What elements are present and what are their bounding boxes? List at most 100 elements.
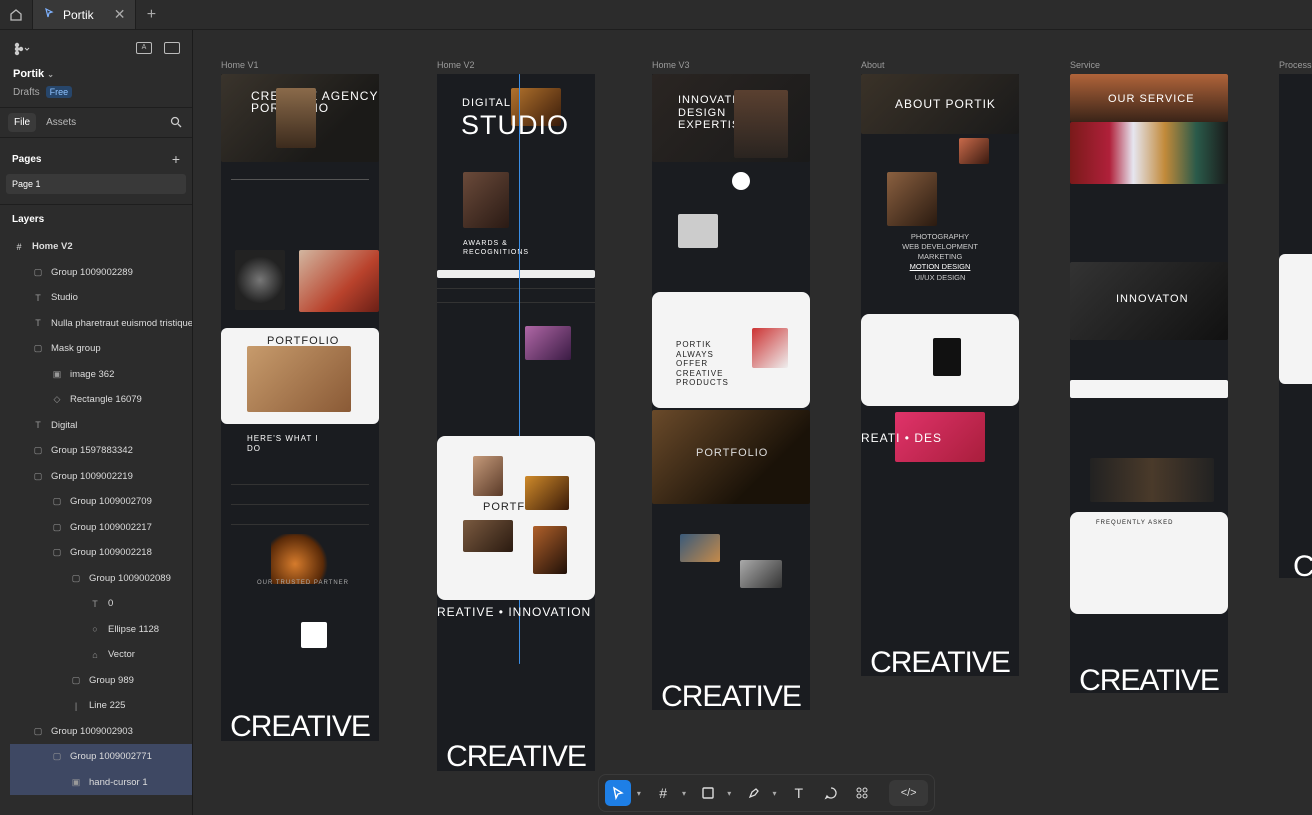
frame-label-home-v3[interactable]: Home V3: [652, 60, 690, 70]
frame-about[interactable]: ABOUT PORTIK PHOTOGRAPHY WEB DEVELOPMENT M…: [861, 74, 1019, 676]
frame-process[interactable]: C: [1279, 74, 1312, 578]
dev-mode-toggle[interactable]: </>: [889, 780, 929, 806]
layer-row[interactable]: ▢ Group 1009002218: [0, 540, 192, 566]
layer-row[interactable]: ▢ Group 1009002903: [0, 719, 192, 745]
layer-row[interactable]: ◇ Rectangle 16079: [0, 387, 192, 413]
layer-row[interactable]: T Studio: [0, 285, 192, 311]
sidebar-tabs: File Assets: [0, 108, 192, 138]
frame-service[interactable]: OUR SERVICE INNOVATON FREQUENTLY ASKED C…: [1070, 74, 1228, 693]
chevron-down-icon[interactable]: ▾: [682, 789, 689, 798]
footer-creative-word: CREATIVE: [230, 710, 371, 741]
footer-creative-word: CREATIVE: [870, 646, 1011, 676]
add-page-plus-icon[interactable]: +: [172, 151, 180, 167]
skill-item: UI/UX DESIGN: [914, 272, 966, 282]
layer-row[interactable]: ▣ hand-cursor 1: [10, 769, 192, 795]
chevron-down-icon[interactable]: ▾: [727, 789, 734, 798]
frame-home-v1[interactable]: CREATIVE AGENCY PORTFOLIO PORTFOLIO HERE…: [221, 74, 379, 741]
layer-label: Group 1009002217: [70, 521, 152, 533]
group-icon: ▢: [52, 751, 62, 762]
pages-section-header: Pages +: [0, 144, 192, 174]
layer-label: Ellipse 1128: [108, 623, 160, 635]
new-tab-plus-icon[interactable]: +: [136, 0, 166, 29]
hero-title: OUR SERVICE: [1108, 93, 1195, 105]
layer-row[interactable]: ▢ Group 1009002217: [0, 515, 192, 541]
text-icon: T: [35, 420, 41, 431]
hero-top-title: DIGITAL: [462, 97, 511, 109]
tab-assets[interactable]: Assets: [46, 117, 76, 128]
awards-heading: AWARDS & RECOGNITIONS: [463, 240, 530, 257]
pen-tool-icon[interactable]: [741, 780, 767, 806]
drafts-label: Drafts: [13, 86, 40, 98]
figma-menu-icon[interactable]: [13, 42, 31, 59]
file-name-text: Portik: [13, 68, 45, 80]
text-icon: T: [35, 318, 41, 329]
font-replace-icon[interactable]: A: [136, 42, 152, 54]
layer-row[interactable]: ▢ Group 989: [0, 668, 192, 694]
frame-home-v3[interactable]: INNOVATIVE DESIGN EXPERTISE PORTIK ALWAY…: [652, 74, 810, 710]
group-icon: ▢: [33, 266, 43, 277]
frame-tool-icon[interactable]: #: [650, 780, 676, 806]
faq-title: FREQUENTLY ASKED: [1096, 520, 1174, 526]
frame-home-v2[interactable]: DIGITAL STUDIO AWARDS & RECOGNITIONS POR…: [437, 74, 595, 771]
tab-file[interactable]: File: [8, 113, 37, 132]
layer-row[interactable]: ▢ Mask group: [0, 336, 192, 362]
image-icon: ▣: [71, 776, 81, 787]
partner-logo-highlight: [301, 622, 327, 648]
components-tool-icon[interactable]: [849, 780, 875, 806]
close-icon[interactable]: ✕: [114, 6, 126, 23]
design-image: [299, 250, 379, 312]
layer-row[interactable]: ⌂ Vector: [0, 642, 192, 668]
project-location: Drafts Free: [13, 86, 73, 98]
portfolio-image-1: [473, 456, 503, 496]
portfolio-image-2: [525, 476, 569, 510]
chevron-down-icon[interactable]: ▾: [772, 789, 779, 798]
divider: [437, 288, 595, 289]
chevron-down-icon[interactable]: ▾: [637, 789, 644, 798]
layer-row[interactable]: ▢ Group 1597883342: [0, 438, 192, 464]
home-icon[interactable]: [0, 0, 32, 29]
sidebar-header: A Portik ⌄ Drafts Free: [0, 30, 192, 108]
rectangle-tool-icon[interactable]: [695, 780, 721, 806]
frame-label-home-v1[interactable]: Home V1: [221, 60, 259, 70]
frame-label-process[interactable]: Process: [1279, 60, 1312, 70]
text-icon: T: [92, 598, 98, 609]
file-tab[interactable]: Portik ✕: [32, 0, 137, 29]
layer-row[interactable]: ▢ Group 1009002771: [10, 744, 192, 770]
layer-row[interactable]: ▢ Group 1009002289: [0, 260, 192, 286]
layer-label: Group 1009002089: [89, 572, 171, 584]
layer-row[interactable]: ▢ Group 1009002219: [0, 464, 192, 490]
process-card: [1279, 254, 1312, 384]
highlighted-row: [1070, 380, 1228, 398]
layer-row[interactable]: ▣ image 362: [0, 362, 192, 388]
layer-row[interactable]: T0: [0, 591, 192, 617]
page-item[interactable]: Page 1: [6, 174, 186, 194]
group-icon: ▢: [52, 547, 62, 558]
skill-item: MARKETING: [917, 252, 963, 262]
layer-row[interactable]: # Home V2: [0, 234, 192, 260]
frame-label-about[interactable]: About: [861, 60, 885, 70]
comment-tool-icon[interactable]: [818, 780, 844, 806]
divider: [437, 302, 595, 303]
layer-row[interactable]: ▢ Group 1009002709: [0, 489, 192, 515]
layer-row[interactable]: ○ Ellipse 1128: [0, 617, 192, 643]
badge-circle: [732, 172, 750, 190]
file-name[interactable]: Portik ⌄: [13, 68, 54, 80]
layer-list: # Home V2 ▢ Group 1009002289 T Studio T Nulla p…: [0, 234, 192, 795]
text-tool-icon[interactable]: T: [786, 780, 812, 806]
frame-label-home-v2[interactable]: Home V2: [437, 60, 475, 70]
design-canvas[interactable]: Home V1 CREATIVE AGENCY PORTFOLIO PORTFO…: [194, 30, 1312, 815]
search-icon[interactable]: [170, 116, 182, 128]
frame-label-service[interactable]: Service: [1070, 60, 1100, 70]
panel-layout-icon[interactable]: [164, 42, 180, 54]
group-icon: ▢: [33, 445, 43, 456]
layer-row[interactable]: | Line 225: [0, 693, 192, 719]
layer-row[interactable]: T Nulla pharetraut euismod tristique: [0, 311, 192, 337]
move-tool-icon[interactable]: [605, 780, 631, 806]
layer-label: 0: [108, 598, 114, 610]
layer-row[interactable]: ▢ Group 1009002089: [0, 566, 192, 592]
layer-row[interactable]: T Digital: [0, 413, 192, 439]
footer-creative-word: CREATIVE: [1079, 664, 1220, 693]
divider: [231, 524, 369, 525]
portfolio-image: [247, 346, 351, 412]
layers-title: Layers: [0, 204, 192, 234]
